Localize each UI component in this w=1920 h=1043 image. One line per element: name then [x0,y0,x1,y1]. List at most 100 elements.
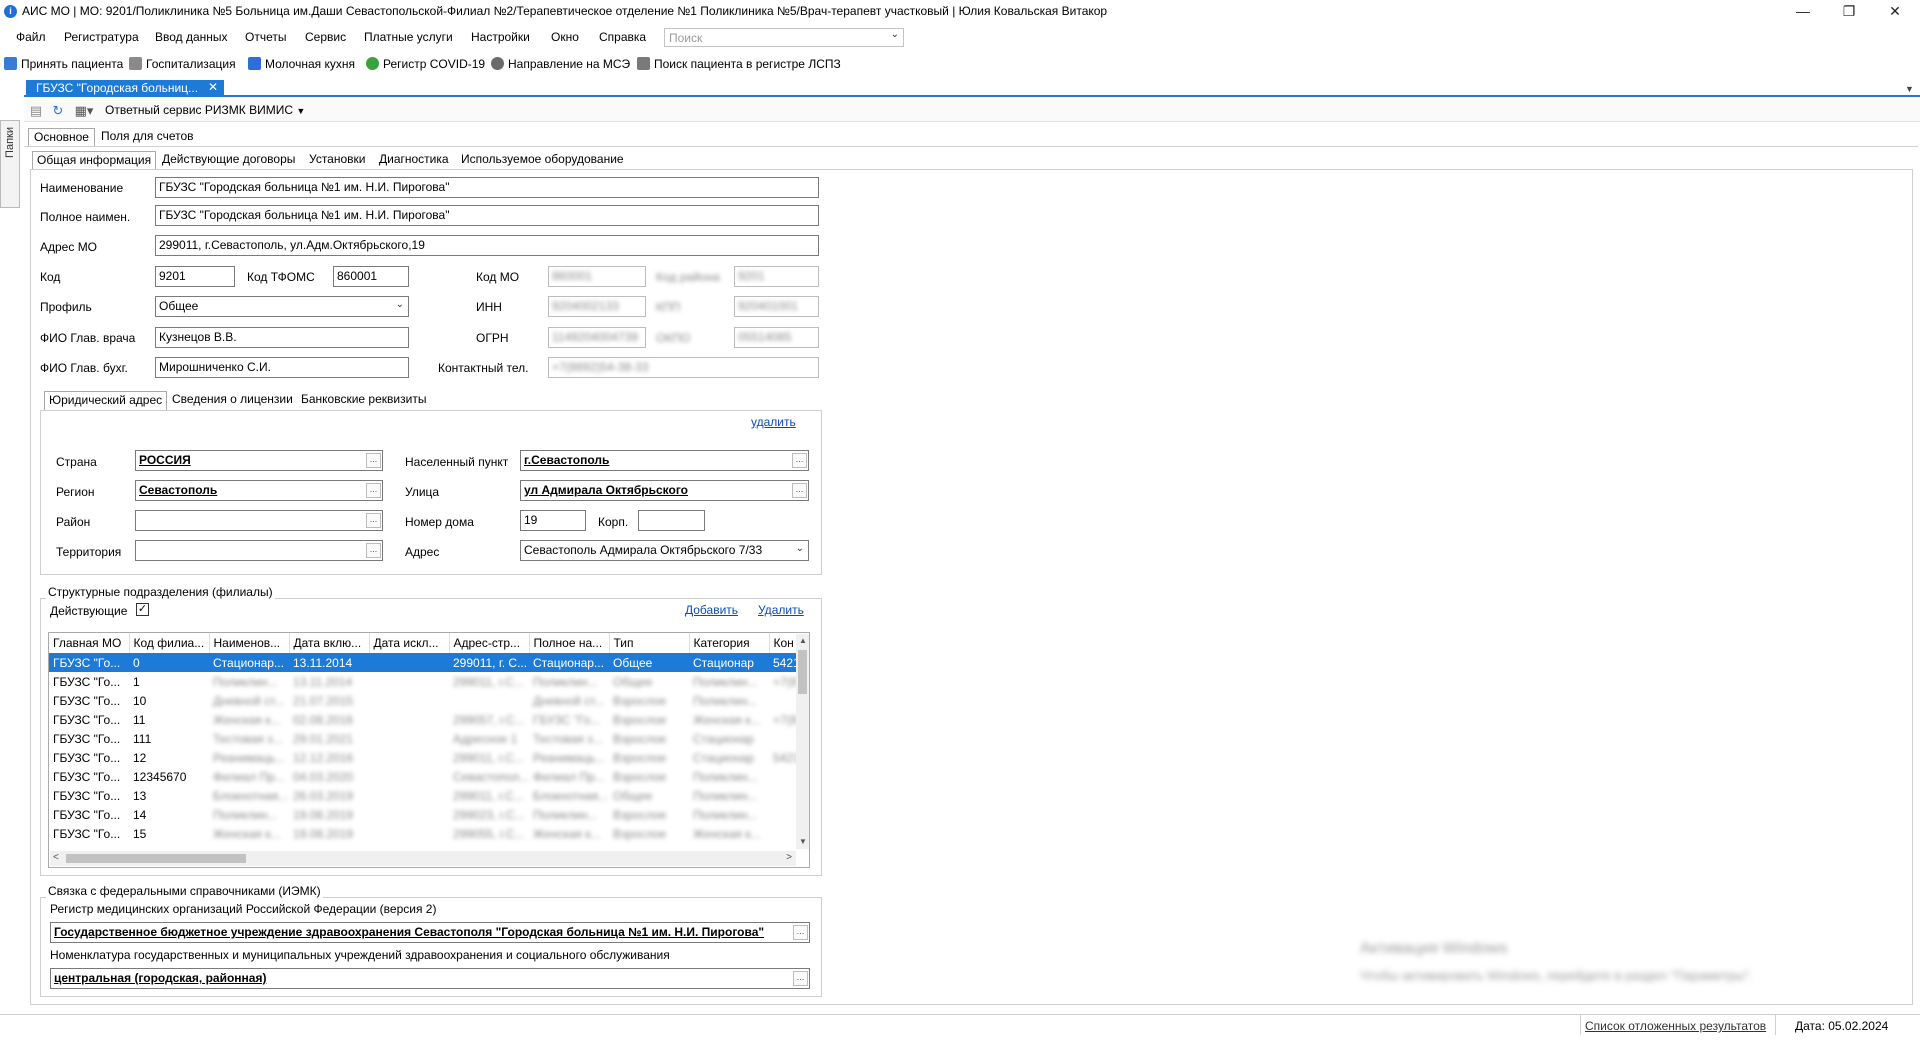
table-row[interactable]: ГБУЗС "Го... 1 Поликлин... 13.11.2014 299011… [49,672,809,691]
code-field[interactable]: 9201 [155,266,235,287]
folders-panel-toggle[interactable]: Папки [0,120,20,208]
district-field[interactable]: ... [135,510,383,531]
accept-patient-button[interactable]: Принять пациента [4,57,123,71]
korp-field[interactable] [638,510,705,531]
ellipsis-button[interactable]: ... [366,483,381,498]
scroll-thumb[interactable] [798,650,807,694]
menu-data-entry[interactable]: Ввод данных [155,30,228,44]
chief-field[interactable]: Кузнецов В.В. [155,327,409,348]
country-field[interactable]: РОССИЯ... [135,450,383,471]
scroll-right-icon[interactable]: > [786,852,792,863]
scroll-up-icon[interactable]: ▲ [799,636,807,645]
covid-register-button[interactable]: Регистр COVID-19 [366,57,485,71]
profile-value: Общее [159,299,199,313]
ellipsis-button[interactable]: ... [366,543,381,558]
table-row[interactable]: ГБУЗС "Го... 0 Стационар... 13.11.2014 29901… [49,653,809,672]
ellipsis-button[interactable]: ... [366,453,381,468]
vertical-scrollbar[interactable]: ▲ ▼ [796,634,809,849]
add-branch-link[interactable]: Добавить [685,603,738,617]
menu-registry[interactable]: Регистратура [64,30,139,44]
menu-window[interactable]: Окно [551,30,579,44]
hospitalization-button[interactable]: Госпитализация [129,57,236,71]
column-header[interactable]: Дата вклю... [289,633,370,653]
name-field[interactable]: ГБУЗС "Городская больница №1 им. Н.И. Пи… [155,177,819,198]
delete-branch-link[interactable]: Удалить [758,603,804,617]
scroll-thumb[interactable] [66,854,246,863]
table-row[interactable]: ГБУЗС "Го... 12345670 Филиал Пр... 04.03.20… [49,767,809,786]
accountant-field[interactable]: Мирошниченко С.И. [155,357,409,378]
ellipsis-button[interactable]: ... [792,483,807,498]
region-field[interactable]: Севастополь... [135,480,383,501]
nom-field[interactable]: центральная (городская, районная)... [50,968,810,989]
ellipsis-button[interactable]: ... [793,925,808,940]
horizontal-scrollbar[interactable]: < > [50,851,796,866]
profile-select[interactable]: Общее ⌄ [155,296,409,317]
menu-service[interactable]: Сервис [305,30,346,44]
table-cell: Женская к... [213,712,281,727]
menu-help[interactable]: Справка [599,30,646,44]
refresh-icon[interactable]: ↻ [50,103,66,119]
address-field[interactable]: 299011, г.Севастополь, ул.Адм.Октябрьско… [155,235,819,256]
house-field[interactable]: 19 [520,510,586,531]
tab-contracts[interactable]: Действующие договоры [158,151,299,169]
active-checkbox[interactable]: ✓ [136,603,149,616]
reg-field[interactable]: Государственное бюджетное учреждение здр… [50,922,810,943]
tab-legal-address[interactable]: Юридический адрес [44,391,168,410]
lspz-search-button[interactable]: Поиск пациента в регистре ЛСПЗ [637,57,841,71]
tfoms-field[interactable]: 860001 [333,266,409,287]
menu-file[interactable]: Файл [16,30,46,44]
maximize-button[interactable]: ❐ [1826,0,1872,22]
search-input[interactable]: Поиск ⌄ [664,28,904,47]
mse-referral-button[interactable]: Направление на МСЭ [491,57,630,71]
menu-paid-services[interactable]: Платные услуги [364,30,453,44]
scroll-left-icon[interactable]: < [53,852,59,863]
close-tab-icon[interactable]: ✕ [208,80,218,94]
column-header[interactable]: Дата искл... [369,633,450,653]
table-row[interactable]: ГБУЗС "Го... 11 Женская к... 02.08.2016 2990… [49,710,809,729]
territory-field[interactable]: ... [135,540,383,561]
milk-kitchen-button[interactable]: Молочная кухня [248,57,355,71]
tab-equipment[interactable]: Используемое оборудование [457,151,628,169]
delete-address-link[interactable]: удалить [751,415,796,429]
deferred-results-link[interactable]: Список отложенных результатов [1585,1019,1766,1033]
column-header[interactable]: Категория [689,633,770,653]
table-row[interactable]: ГБУЗС "Го... 111 Тестовая з... 29.01.2021 Ад… [49,729,809,748]
locality-field[interactable]: г.Севастополь... [520,450,809,471]
tabs-dropdown-icon[interactable]: ▼ [1905,84,1914,94]
branches-table[interactable]: Главная МО Код филиа... Наименов... Дата вк… [48,632,810,868]
table-row[interactable]: ГБУЗС "Го... 14 Поликлин... 19.08.2019 29902… [49,805,809,824]
ellipsis-button[interactable]: ... [792,453,807,468]
document-tab[interactable]: ГБУЗС "Городская больниц... ✕ [26,80,224,97]
settings-dropdown-icon[interactable]: ▦▾ [72,103,96,119]
table-row[interactable]: ГБУЗС "Го... 10 Дневной ст... 21.07.2015 Дне… [49,691,809,710]
tab-settings[interactable]: Установки [305,151,369,169]
tab-bank-details[interactable]: Банковские реквизиты [297,391,430,410]
column-header[interactable]: Тип [609,633,690,653]
scroll-down-icon[interactable]: ▼ [799,837,807,846]
ellipsis-button[interactable]: ... [366,513,381,528]
column-header[interactable]: Полное на... [529,633,610,653]
addr-select[interactable]: Севастополь Адмирала Октябрьского 7/33 ⌄ [520,540,809,561]
menu-reports[interactable]: Отчеты [245,30,286,44]
save-icon[interactable]: ▤ [28,103,44,119]
table-row[interactable]: ГБУЗС "Го... 13 Блокнотная... 26.03.2019 299… [49,786,809,805]
table-row[interactable]: ГБУЗС "Го... 12 Реанимаць... 12.12.2016 2990… [49,748,809,767]
response-service-menu[interactable]: Ответный сервис РИЗМК ВИМИС ▼ [105,103,305,117]
table-row[interactable]: ГБУЗС "Го... 15 Женская к... 19.08.2019 2990… [49,824,809,843]
close-window-button[interactable]: ✕ [1872,0,1918,22]
menu-settings[interactable]: Настройки [471,30,530,44]
tab-main[interactable]: Основное [28,128,95,146]
column-header[interactable]: Наименов... [209,633,290,653]
column-header[interactable]: Адрес-стр... [449,633,530,653]
tab-billing-fields[interactable]: Поля для счетов [96,128,199,146]
chevron-down-icon[interactable]: ⌄ [891,29,899,40]
tab-license[interactable]: Сведения о лицензии [168,391,297,410]
tab-diagnostics[interactable]: Диагностика [375,151,453,169]
ellipsis-button[interactable]: ... [793,971,808,986]
minimize-button[interactable]: — [1780,0,1826,22]
column-header[interactable]: Главная МО [49,633,130,653]
street-field[interactable]: ул Адмирала Октябрьского... [520,480,809,501]
column-header[interactable]: Код филиа... [129,633,210,653]
tab-general-info[interactable]: Общая информация [32,151,157,169]
fullname-field[interactable]: ГБУЗС "Городская больница №1 им. Н.И. Пи… [155,205,819,226]
